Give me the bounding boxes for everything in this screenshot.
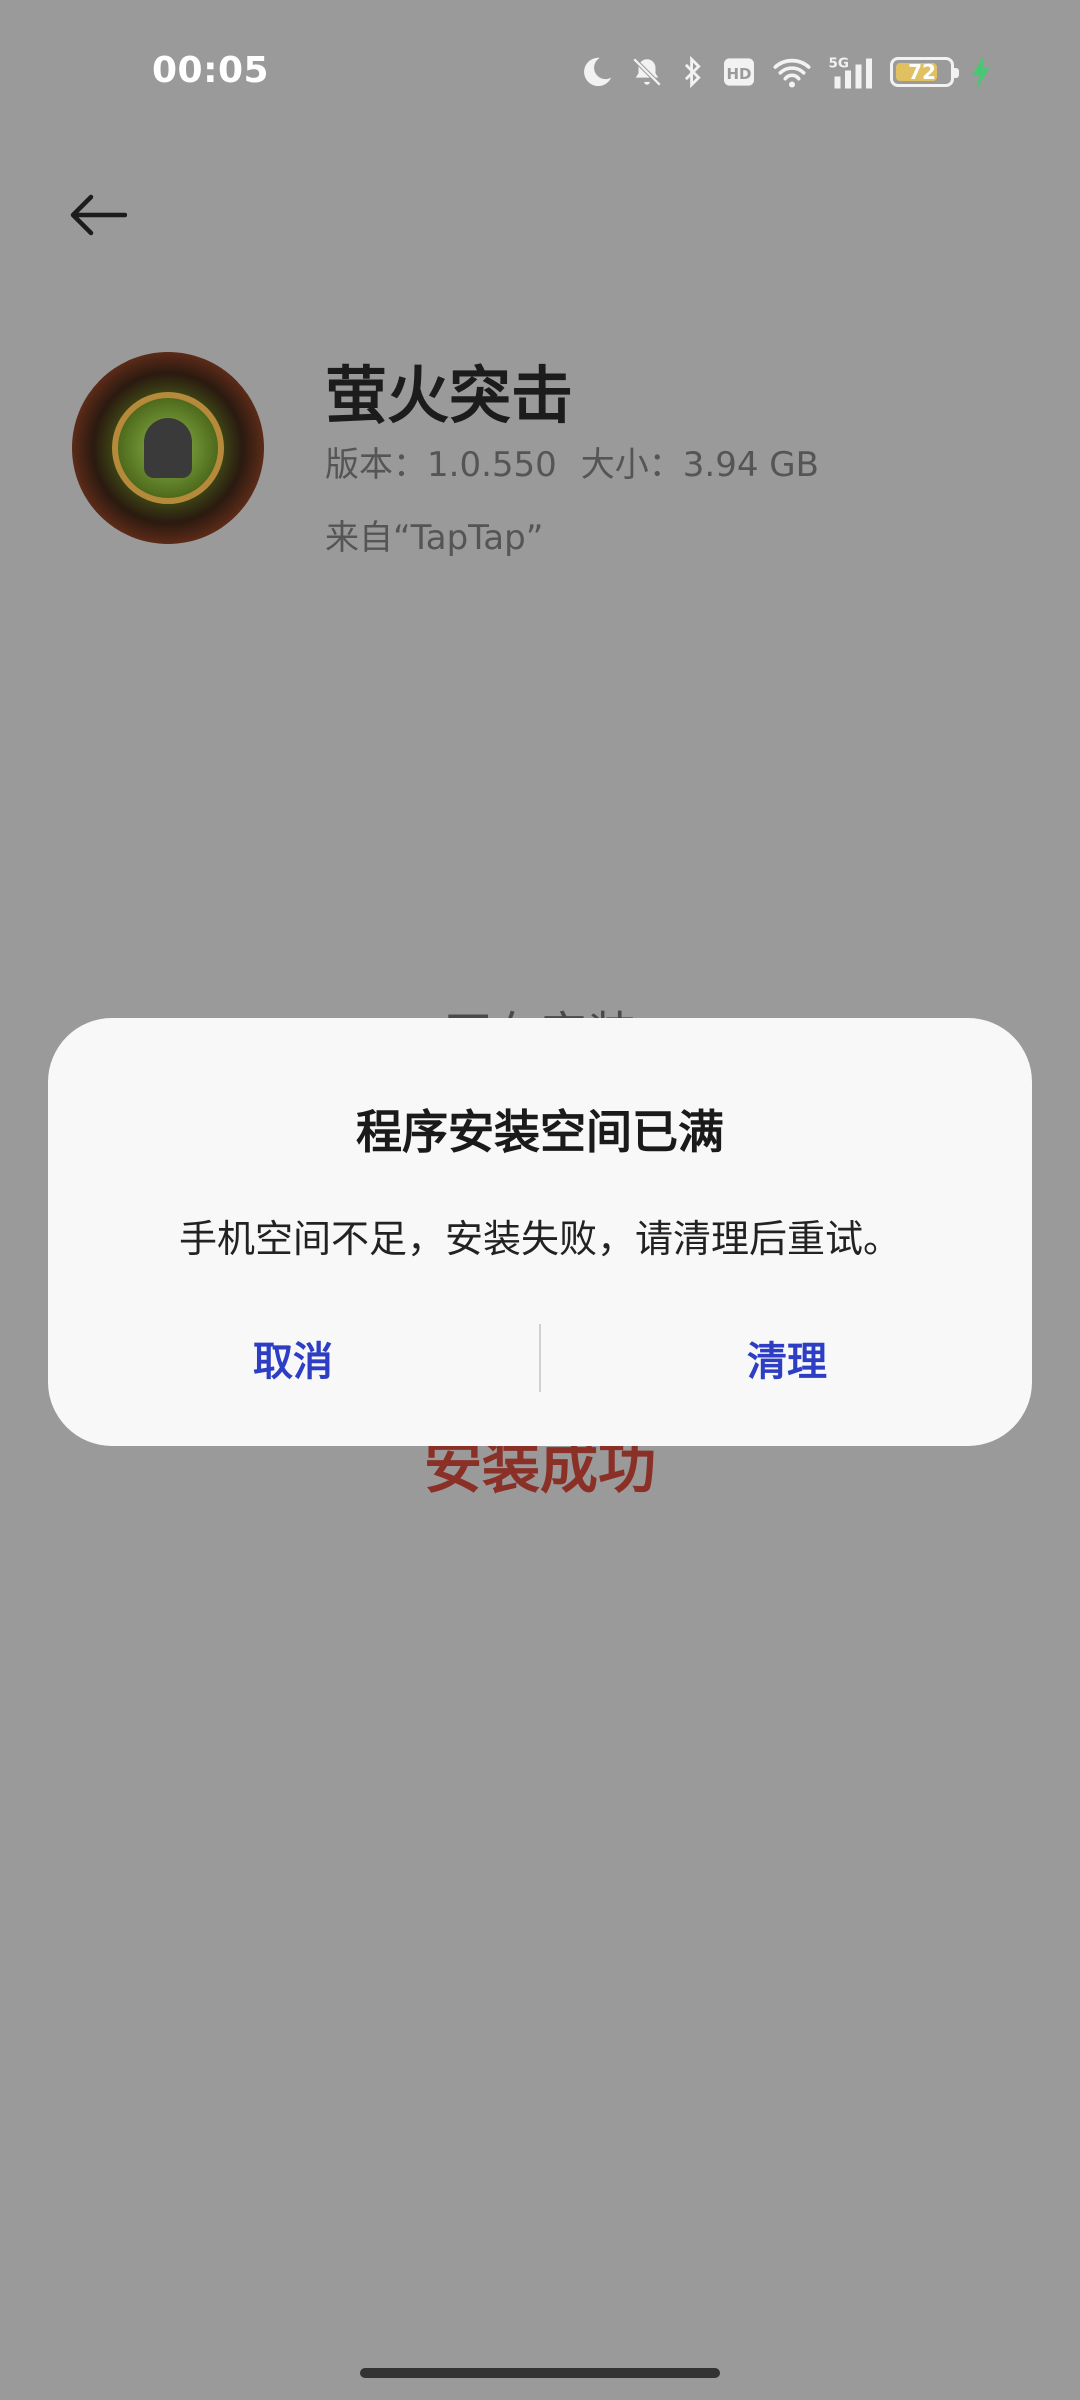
hd-icon: HD [724,58,754,86]
bluetooth-icon [684,55,701,89]
moon-icon [584,57,612,87]
bell-off-icon [632,57,662,87]
back-arrow-icon [70,194,127,236]
battery-icon: 72 [890,57,959,87]
5g-signal-icon: 5G [829,56,872,89]
dialog-message: 手机空间不足，安装失败，请清理后重试。 [178,1217,901,1261]
svg-text:HD: HD [726,65,751,83]
home-indicator[interactable] [360,2368,720,2378]
storage-full-dialog: 程序安装空间已满 手机空间不足，安装失败，请清理后重试。 取消 清理 [48,1018,1032,1446]
back-button[interactable] [62,180,132,250]
app-source: 来自“TapTap” [325,518,544,558]
battery-level: 72 [908,60,936,84]
svg-text:5G: 5G [829,56,849,72]
dialog-title: 程序安装空间已满 [356,1105,724,1159]
charging-icon [972,55,990,89]
cancel-button[interactable]: 取消 [48,1318,538,1398]
app-icon [72,352,264,544]
button-divider [539,1324,541,1392]
app-size: 大小：3.94 GB [580,445,819,485]
status-bar: 00:05 HD 5G 72 [0,0,1080,140]
app-name: 萤火突击 [325,359,574,432]
status-time: 00:05 [152,50,270,91]
clean-button[interactable]: 清理 [542,1318,1032,1398]
status-icons: HD 5G 72 [580,50,992,94]
wifi-icon [773,58,811,88]
app-meta: 版本：1.0.550 大小：3.94 GB [325,437,819,486]
app-version: 版本：1.0.550 [325,445,557,485]
